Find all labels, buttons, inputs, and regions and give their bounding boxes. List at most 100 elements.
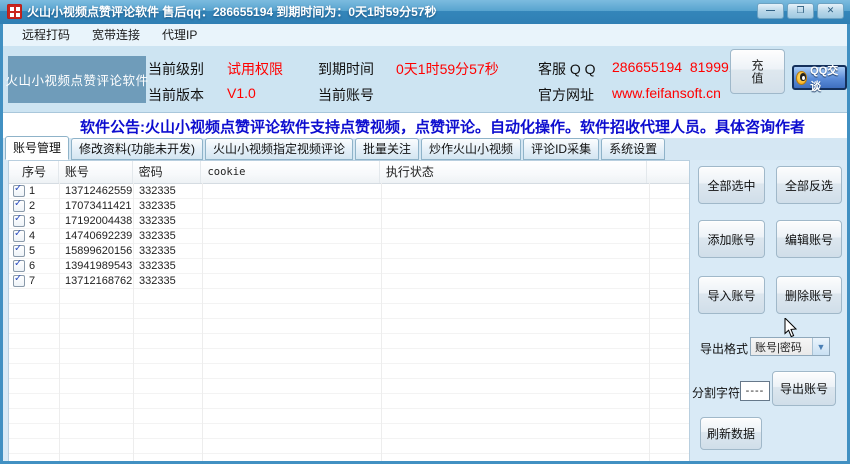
table-row[interactable]: ✓ 2 17073411421 332335	[9, 199, 689, 214]
export-format-label: 导出格式	[700, 342, 749, 356]
client-area: 远程打码 宽带连接 代理IP 火山小视频点赞评论软件 当前级别 试用权限 到期时间 0天1…	[3, 24, 847, 461]
table-header: 序号 账号 密码 cookie 执行状态	[9, 161, 689, 184]
tab-item[interactable]: 评论ID采集	[523, 138, 600, 160]
chevron-down-icon: ▼	[812, 338, 829, 355]
header-field-value: 286655194 8199917	[612, 59, 745, 75]
tab-item[interactable]: 批量关注	[355, 138, 420, 160]
header-field-label: 当前版本	[148, 87, 204, 103]
invert-selection-button[interactable]: 全部反选	[776, 166, 842, 204]
column-header[interactable]: 执行状态	[380, 161, 648, 183]
menu-item[interactable]: 远程打码	[11, 24, 81, 46]
column-separator	[59, 183, 60, 461]
export-account-button[interactable]: 导出账号	[772, 371, 836, 406]
column-header[interactable]: 序号	[9, 161, 59, 183]
tab-item[interactable]: 火山小视频指定视频评论	[205, 138, 354, 160]
recharge-button-label: 充值	[750, 58, 764, 85]
app-window: 火山小视频点赞评论软件 售后qq：286655194 到期时间为：0天1时59分…	[0, 0, 850, 464]
cell-account: 13941989543	[65, 260, 133, 272]
import-account-button[interactable]: 导入账号	[698, 276, 765, 314]
column-header[interactable]: cookie	[201, 161, 380, 183]
mouse-cursor	[784, 318, 798, 338]
column-header[interactable]: 密码	[133, 161, 202, 183]
qq-chat-button[interactable]: QQ交谈	[792, 65, 847, 93]
checkbox-checked[interactable]: ✓	[13, 185, 25, 197]
header-field-label: 到期时间	[318, 61, 374, 77]
column-separator	[381, 183, 382, 461]
table-row	[9, 379, 689, 394]
table-row	[9, 424, 689, 439]
export-format-select[interactable]: 账号|密码 ▼	[750, 337, 830, 356]
cell-account: 13712462559	[65, 185, 133, 197]
cell-password: 332335	[139, 185, 176, 197]
close-icon[interactable]: ✕	[817, 3, 844, 19]
edit-account-button[interactable]: 编辑账号	[776, 220, 842, 258]
column-separator	[649, 183, 650, 461]
checkbox-checked[interactable]: ✓	[13, 230, 25, 242]
checkbox-checked[interactable]: ✓	[13, 245, 25, 257]
table-row	[9, 394, 689, 409]
table-row	[9, 454, 689, 461]
refresh-data-button[interactable]: 刷新数据	[700, 417, 762, 450]
cell-num: ✓ 5	[13, 245, 36, 257]
minimize-icon[interactable]: —	[757, 3, 784, 19]
cell-account: 17073411421	[65, 200, 132, 212]
table-row	[9, 409, 689, 424]
table-row[interactable]: ✓ 4 14740692239 332335	[9, 229, 689, 244]
header-field-value: 试用权限	[227, 61, 283, 77]
maximize-icon[interactable]: ❐	[787, 3, 814, 19]
table-row	[9, 334, 689, 349]
select-all-button[interactable]: 全部选中	[698, 166, 765, 204]
menu-item[interactable]: 宽带连接	[81, 24, 151, 46]
split-char-input[interactable]: ----	[740, 381, 770, 401]
checkbox-checked[interactable]: ✓	[13, 260, 25, 272]
cell-password: 332335	[139, 245, 176, 257]
delete-account-button[interactable]: 删除账号	[776, 276, 842, 314]
cell-password: 332335	[139, 260, 176, 272]
cell-password: 332335	[139, 275, 176, 287]
table-row[interactable]: ✓ 5 15899620156 332335	[9, 244, 689, 259]
app-logo: 火山小视频点赞评论软件	[6, 56, 148, 103]
window-title: 火山小视频点赞评论软件 售后qq：286655194 到期时间为：0天1时59分…	[27, 5, 437, 19]
header-field-value: www.feifansoft.cn	[612, 85, 721, 101]
table-row[interactable]: ✓ 1 13712462559 332335	[9, 184, 689, 199]
cell-account: 17192004438	[65, 215, 133, 227]
tab-content: 序号 账号 密码 cookie 执行状态 ✓ 1 13712462559 332335 ✓ 2 17…	[3, 160, 847, 461]
add-account-button[interactable]: 添加账号	[698, 220, 765, 258]
announcement-bar: 软件公告:火山小视频点赞评论软件支持点赞视频，点赞评论。自动化操作。软件招收代理…	[3, 112, 847, 139]
table-row	[9, 319, 689, 334]
recharge-button[interactable]: 充值	[730, 49, 785, 94]
qq-chat-label: QQ交谈	[810, 64, 839, 93]
column-header-filler	[647, 161, 689, 183]
table-row[interactable]: ✓ 7 13712168762 332335	[9, 274, 689, 289]
account-table: 序号 账号 密码 cookie 执行状态 ✓ 1 13712462559 332335 ✓ 2 17…	[8, 160, 690, 461]
checkbox-checked[interactable]: ✓	[13, 200, 25, 212]
tab-item[interactable]: 炒作火山小视频	[421, 138, 522, 160]
column-separator	[202, 183, 203, 461]
table-row	[9, 349, 689, 364]
table-row[interactable]: ✓ 6 13941989543 332335	[9, 259, 689, 274]
cell-num: ✓ 1	[13, 185, 36, 197]
table-body: ✓ 1 13712462559 332335 ✓ 2 17073411421 332335 ✓ 3…	[9, 184, 689, 461]
cell-account: 14740692239	[65, 230, 133, 242]
header-field-value: 0天1时59分57秒	[396, 61, 499, 77]
export-format-value: 账号|密码	[755, 341, 802, 354]
checkbox-checked[interactable]: ✓	[13, 215, 25, 227]
column-header[interactable]: 账号	[59, 161, 133, 183]
cell-password: 332335	[139, 215, 176, 227]
cell-account: 13712168762	[65, 275, 133, 287]
checkbox-checked[interactable]: ✓	[13, 275, 25, 287]
cell-password: 332335	[139, 230, 176, 242]
cell-num: ✓ 4	[13, 230, 36, 242]
window-controls: — ❐ ✕	[757, 3, 844, 19]
menu-bar: 远程打码 宽带连接 代理IP	[3, 24, 847, 47]
menu-item[interactable]: 代理IP	[151, 24, 208, 46]
header-field-value: V1.0	[227, 85, 256, 101]
tab-item[interactable]: 修改资料(功能未开发)	[71, 138, 204, 160]
table-row	[9, 289, 689, 304]
table-row	[9, 439, 689, 454]
tab-item[interactable]: 系统设置	[601, 138, 666, 160]
split-char-label: 分割字符	[692, 386, 741, 400]
table-row[interactable]: ✓ 3 17192004438 332335	[9, 214, 689, 229]
header-field-label: 官方网址	[538, 87, 594, 103]
tab-active[interactable]: 账号管理	[5, 136, 70, 160]
